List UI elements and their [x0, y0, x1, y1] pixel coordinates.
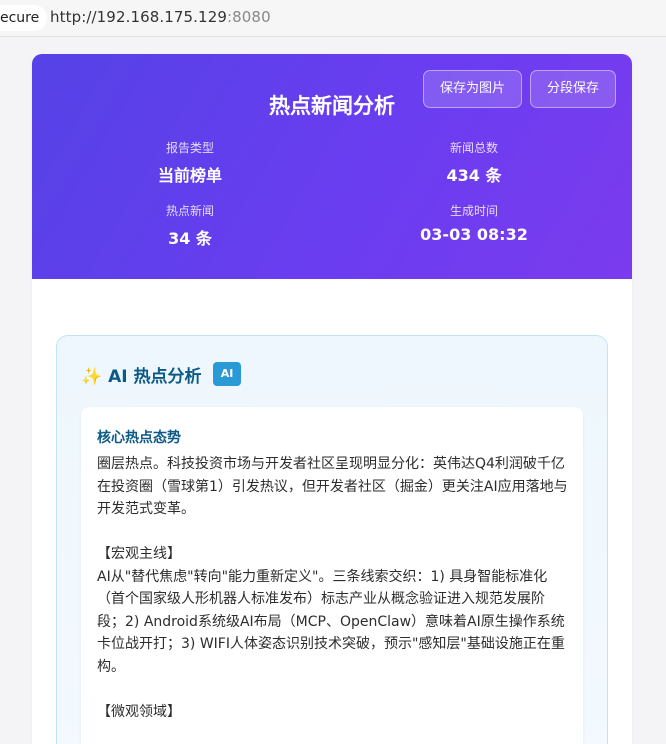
browser-address-bar: ecure http://192.168.175.129:8080 [0, 0, 666, 37]
stat-label: 生成时间 [449, 204, 498, 218]
stat-value: 03-03 08:32 [420, 225, 528, 244]
stat-total-news: 新闻总数 434 条 [374, 139, 574, 186]
save-as-image-button[interactable]: 保存为图片 [423, 70, 523, 108]
url-field[interactable]: http://192.168.175.129:8080 [50, 8, 271, 26]
report-header: 热点新闻分析 保存为图片 分段保存 报告类型 当前榜单 新闻总数 434 条 热… [32, 54, 632, 279]
stat-label: 报告类型 [165, 141, 214, 155]
analysis-text: 圈层热点。科技投资市场与开发者社区呈现明显分化：英伟达Q4利润破千亿在投资圈（雪… [97, 453, 571, 723]
url-host: http://192.168.175.129 [50, 8, 227, 26]
stat-value: 434 条 [446, 166, 502, 185]
url-port: :8080 [226, 8, 271, 26]
security-indicator[interactable]: ecure [0, 5, 48, 31]
stat-report-type: 报告类型 当前榜单 [90, 139, 290, 186]
stat-label: 热点新闻 [165, 204, 214, 218]
sparkle-icon: ✨ [81, 367, 103, 387]
ai-analysis-panel: ✨ AI 热点分析 AI 核心热点态势 圈层热点。科技投资市场与开发者社区呈现明… [56, 335, 608, 744]
stat-hot-news: 热点新闻 34 条 [90, 202, 290, 249]
stat-generated-time: 生成时间 03-03 08:32 [374, 202, 574, 244]
micro-heading: 【微观领域】 [97, 703, 181, 720]
ai-panel-title: AI 热点分析 [108, 367, 202, 387]
section-title: 核心热点态势 [97, 430, 181, 446]
segment-save-button[interactable]: 分段保存 [530, 70, 617, 108]
macro-heading: 【宏观主线】 [97, 546, 181, 562]
analysis-card: 核心热点态势 圈层热点。科技投资市场与开发者社区呈现明显分化：英伟达Q4利润破千… [81, 407, 583, 744]
stat-value: 34 条 [168, 229, 212, 248]
macro-paragraph: AI从"替代焦虑"转向"能力重新定义"。三条线索交织：1) 具身智能标准化（首个… [97, 568, 565, 675]
ai-panel-heading: ✨ AI 热点分析 [81, 362, 202, 387]
intro-paragraph: 圈层热点。科技投资市场与开发者社区呈现明显分化：英伟达Q4利润破千亿在投资圈（雪… [97, 456, 568, 517]
report-page: 热点新闻分析 保存为图片 分段保存 报告类型 当前榜单 新闻总数 434 条 热… [32, 54, 632, 744]
stat-value: 当前榜单 [157, 166, 222, 185]
ai-badge: AI [213, 362, 241, 386]
stat-label: 新闻总数 [449, 141, 498, 155]
